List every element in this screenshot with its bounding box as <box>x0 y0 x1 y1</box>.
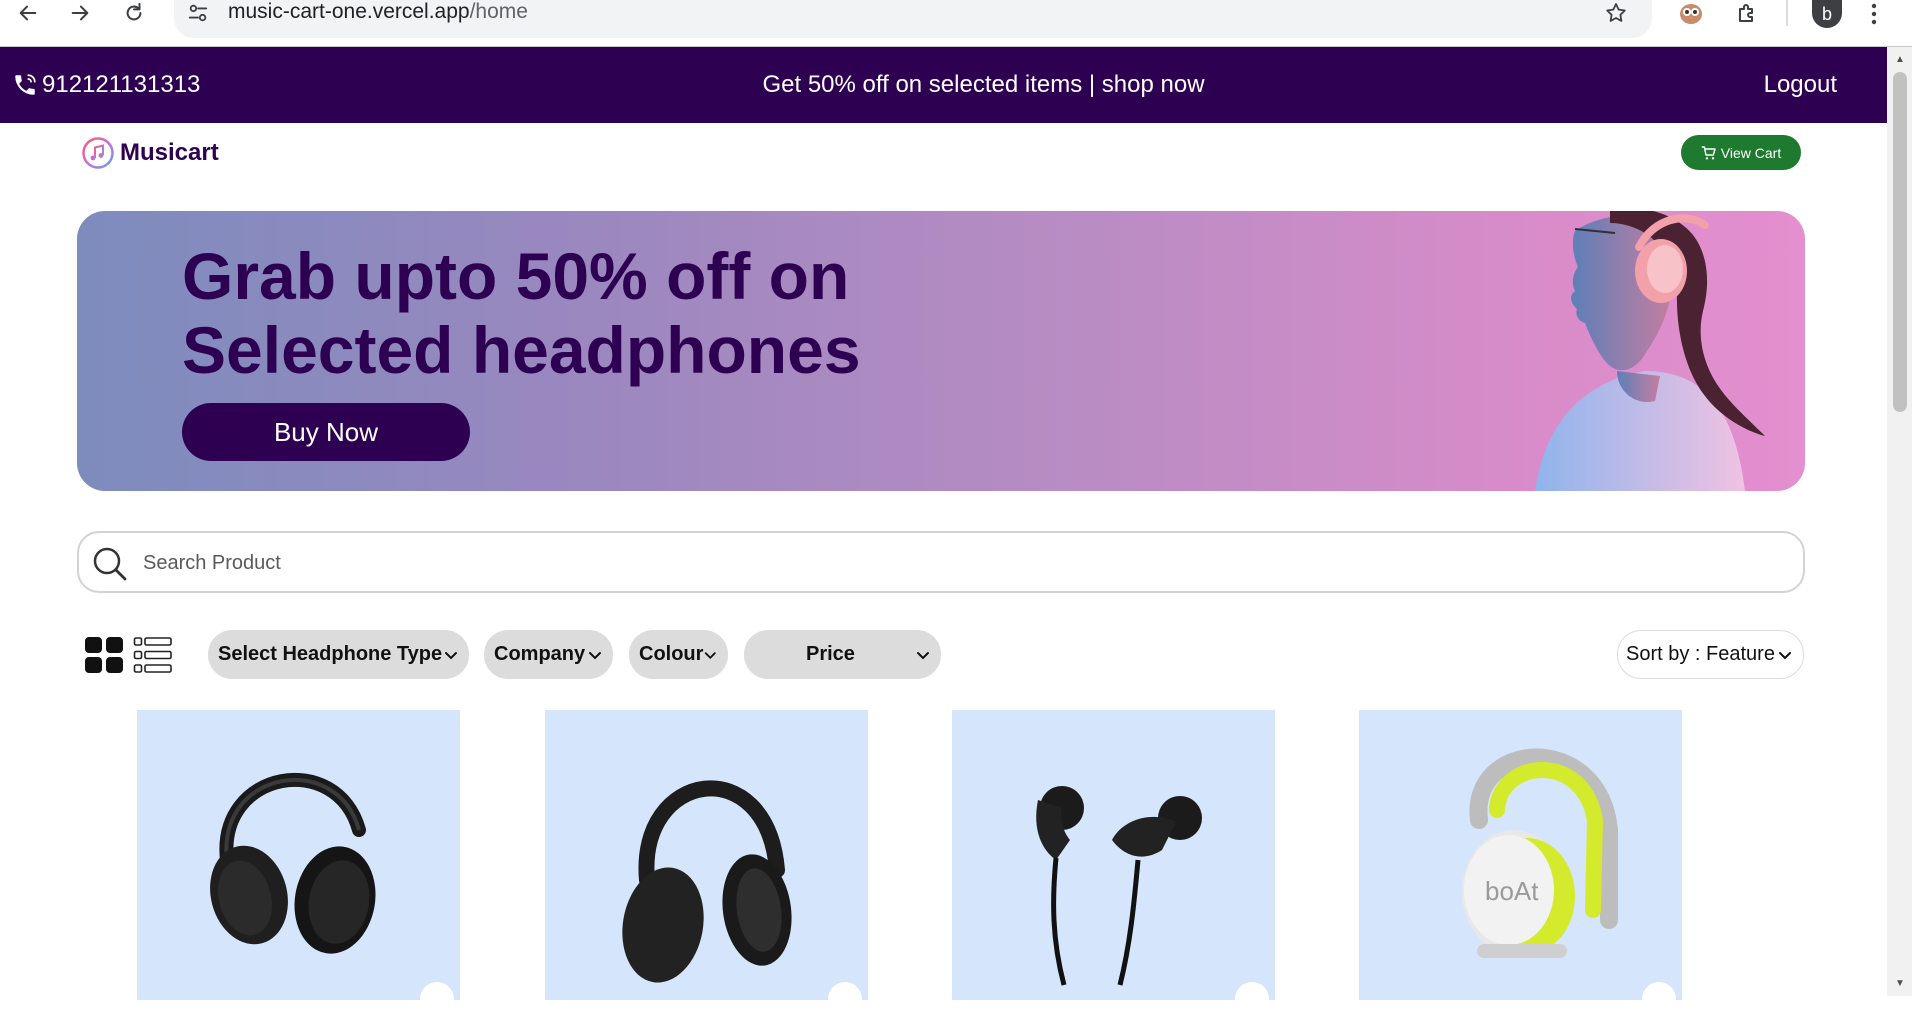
url-path: /home <box>469 0 528 23</box>
company-label: Company <box>494 643 586 665</box>
colour-select[interactable]: Colour <box>629 630 728 679</box>
extensions-puzzle-icon[interactable] <box>1730 0 1764 28</box>
black-over-ear-headphones-image <box>210 772 376 954</box>
toolbar-divider <box>1786 0 1788 26</box>
promo-banner: Grab upto 50% off on Selected headphones… <box>77 211 1805 491</box>
site-settings-icon[interactable] <box>184 0 212 26</box>
grid-view-icon[interactable] <box>84 636 124 674</box>
chevron-down-icon <box>445 651 457 659</box>
chevron-down-icon <box>589 651 601 659</box>
promo-text: Get 50% off on selected items <box>762 71 1083 98</box>
buy-now-button[interactable]: Buy Now <box>182 403 470 461</box>
view-cart-button[interactable]: View Cart <box>1681 135 1801 170</box>
add-to-cart-icon[interactable] <box>828 982 862 1016</box>
add-to-cart-icon[interactable] <box>1235 982 1269 1016</box>
logo-text: Musicart <box>120 139 219 166</box>
product-card[interactable] <box>545 710 868 1016</box>
sort-select[interactable]: Sort by : Feature <box>1617 630 1804 679</box>
search-icon <box>93 547 127 581</box>
headphone-type-label: Select Headphone Type <box>218 643 443 665</box>
promo-message: Get 50% off on selected items | shop now <box>0 47 1887 123</box>
boat-brand-mark: boAt <box>1485 876 1539 906</box>
company-select[interactable]: Company <box>484 630 613 679</box>
add-to-cart-icon[interactable] <box>420 982 454 1016</box>
reload-icon <box>126 2 142 21</box>
top-announcement-bar: 912121131313 Get 50% off on selected ite… <box>0 47 1887 123</box>
promo-separator: | <box>1088 71 1096 98</box>
jbl-in-ear-earphones-image <box>1036 786 1202 986</box>
chevron-down-icon <box>917 651 929 659</box>
banner-line-2: Selected headphones <box>182 313 861 387</box>
bookmark-star-icon[interactable] <box>1602 0 1630 26</box>
arrow-right-icon <box>71 5 89 21</box>
chevron-down-icon <box>1779 651 1791 659</box>
shop-now-link[interactable]: shop now <box>1102 71 1205 99</box>
banner-line-1: Grab upto 50% off on <box>182 239 850 313</box>
browser-toolbar: music-cart-one.vercel.app/home b <box>0 0 1912 47</box>
boat-yellow-headphones-image: boAt <box>1462 748 1618 958</box>
price-select[interactable]: Price <box>744 630 941 679</box>
extension-owl-icon[interactable] <box>1674 0 1708 28</box>
search-input[interactable] <box>143 543 1783 583</box>
forward-button[interactable] <box>60 0 100 26</box>
search-bar <box>77 531 1805 593</box>
headphone-type-select[interactable]: Select Headphone Type <box>208 630 469 679</box>
url-text: music-cart-one.vercel.app/home <box>228 0 528 24</box>
scroll-up-arrow-icon[interactable]: ▲ <box>1893 52 1907 66</box>
woman-with-headphones-image <box>1535 211 1765 491</box>
product-card[interactable] <box>952 710 1275 1016</box>
back-button[interactable] <box>8 0 48 26</box>
logout-link[interactable]: Logout <box>1764 47 1837 123</box>
music-note-icon <box>82 137 114 169</box>
sony-black-headphones-image <box>622 780 792 983</box>
scrollbar-thumb[interactable] <box>1893 72 1907 412</box>
scroll-down-arrow-icon[interactable]: ▼ <box>1893 976 1907 990</box>
list-view-icon[interactable] <box>133 636 173 674</box>
arrow-left-icon <box>19 5 37 21</box>
banner-headline: Grab upto 50% off on Selected headphones <box>182 239 861 387</box>
profile-avatar[interactable]: b <box>1812 0 1842 28</box>
cart-icon <box>1701 145 1716 160</box>
product-card[interactable]: boAt <box>1359 710 1682 1016</box>
url-host: music-cart-one.vercel.app <box>228 0 470 23</box>
address-bar[interactable]: music-cart-one.vercel.app/home <box>174 0 1652 38</box>
kebab-menu-icon[interactable] <box>1862 0 1886 28</box>
musicart-logo[interactable]: Musicart <box>82 137 219 169</box>
price-label: Price <box>806 643 855 665</box>
reload-button[interactable] <box>114 0 154 26</box>
view-cart-label: View Cart <box>1720 144 1782 161</box>
product-card[interactable] <box>137 710 460 1016</box>
chevron-down-icon <box>705 651 717 659</box>
add-to-cart-icon[interactable] <box>1642 982 1676 1016</box>
colour-label: Colour <box>639 643 704 665</box>
sort-label: Sort by : Feature <box>1626 643 1775 665</box>
